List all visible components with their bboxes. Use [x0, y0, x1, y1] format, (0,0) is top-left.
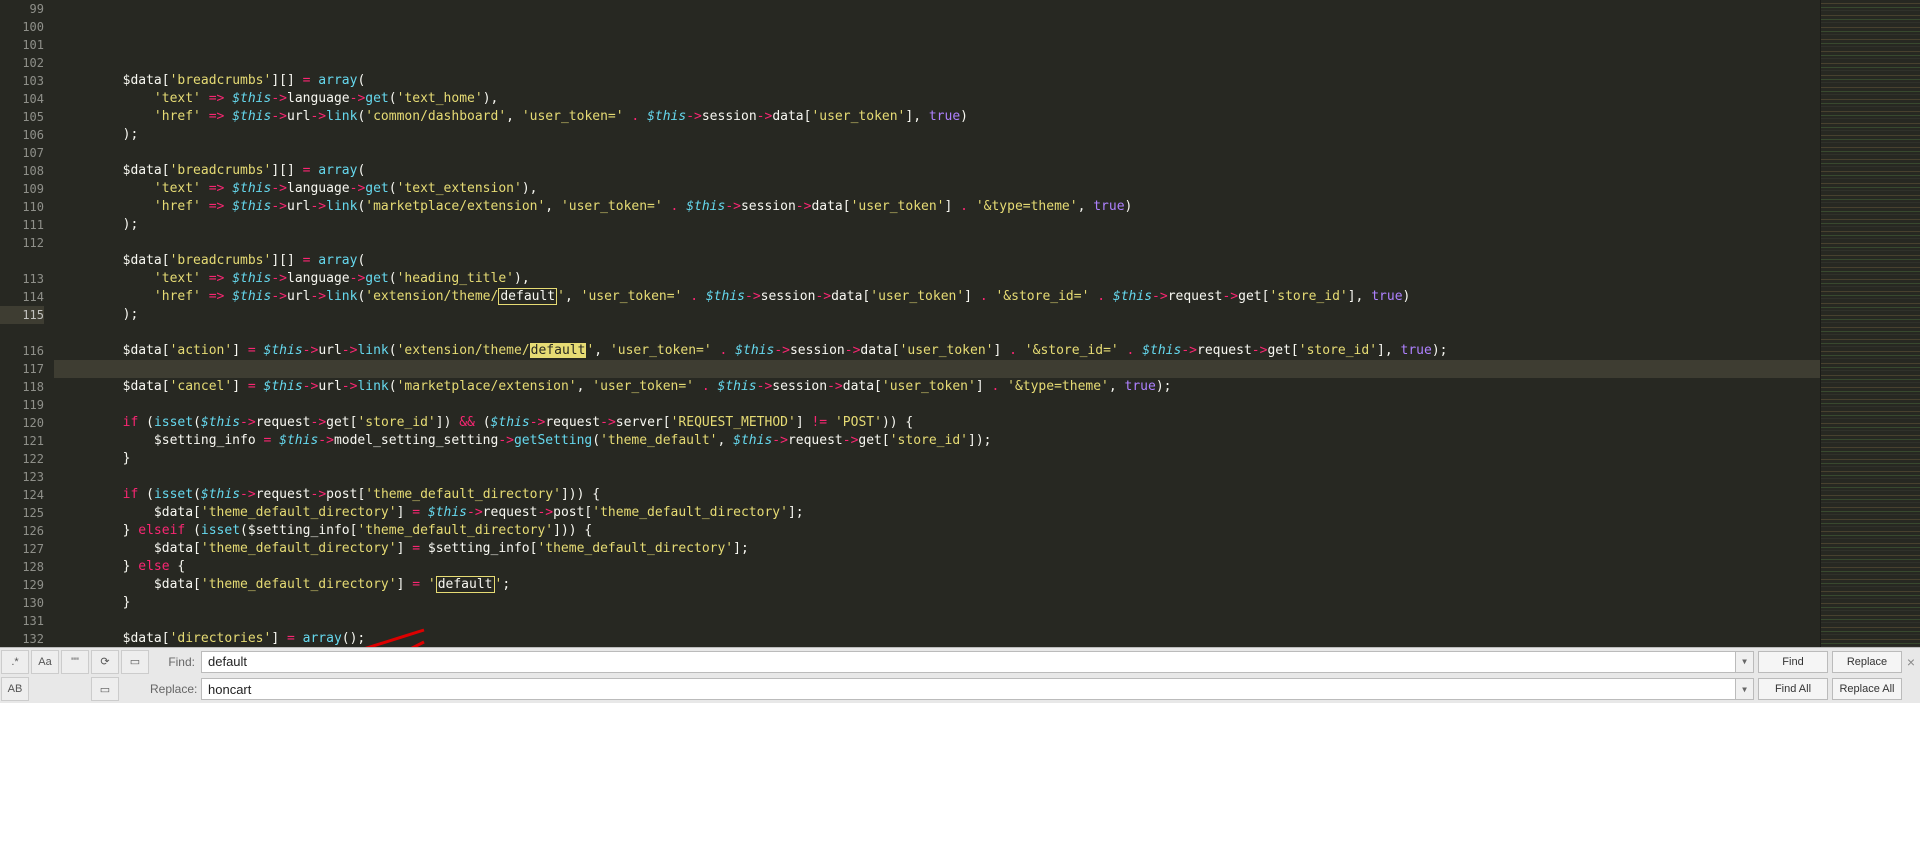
replace-button[interactable]: Replace — [1832, 651, 1902, 673]
code-content[interactable]: $data['breadcrumbs'][] = array( 'text' =… — [54, 0, 1820, 647]
minimap[interactable] — [1820, 0, 1920, 647]
preserve-case-toggle[interactable]: AB — [1, 677, 29, 701]
wrap-toggle[interactable]: ⟳ — [91, 650, 119, 674]
find-panel: .* Aa "" ⟳ ▭ Find: ▼ Find Replace × — [0, 647, 1920, 675]
editor-area: 9910010110210310410510610710810911011111… — [0, 0, 1920, 647]
replace-history-dropdown[interactable]: ▼ — [1736, 678, 1754, 700]
bottom-whitespace — [0, 703, 1920, 865]
close-icon[interactable]: × — [1902, 654, 1920, 670]
find-label: Find: — [150, 655, 195, 669]
find-input[interactable] — [201, 651, 1736, 673]
find-button[interactable]: Find — [1758, 651, 1828, 673]
find-all-button[interactable]: Find All — [1758, 678, 1828, 700]
whole-word-toggle[interactable]: "" — [61, 650, 89, 674]
replace-label: Replace: — [150, 682, 195, 696]
case-sensitive-toggle[interactable]: Aa — [31, 650, 59, 674]
minimap-content — [1821, 0, 1920, 647]
replace-all-button[interactable]: Replace All — [1832, 678, 1902, 700]
regex-toggle[interactable]: .* — [1, 650, 29, 674]
line-number-gutter: 9910010110210310410510610710810911011111… — [0, 0, 54, 647]
find-history-dropdown[interactable]: ▼ — [1736, 651, 1754, 673]
replace-panel: AB ▭ Replace: ▼ Find All Replace All — [0, 675, 1920, 703]
replace-input[interactable] — [201, 678, 1736, 700]
in-selection-toggle[interactable]: ▭ — [121, 650, 149, 674]
replace-in-selection-toggle[interactable]: ▭ — [91, 677, 119, 701]
